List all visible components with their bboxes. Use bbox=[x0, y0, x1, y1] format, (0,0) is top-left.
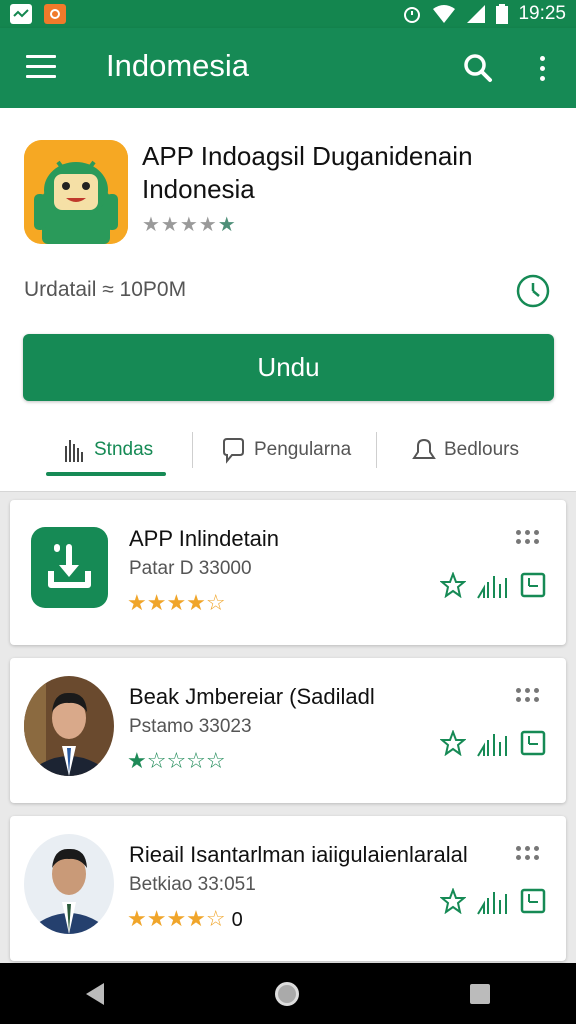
item-subtitle: Pstamo 33023 bbox=[129, 716, 252, 737]
menu-icon[interactable] bbox=[26, 55, 56, 79]
app-rating-stars: ★★★★★ bbox=[142, 214, 237, 236]
chat-icon bbox=[223, 438, 244, 464]
item-actions bbox=[440, 728, 546, 758]
app-bar: Indomesia bbox=[0, 28, 576, 108]
avatar bbox=[24, 834, 114, 934]
item-subtitle: Patar D 33000 bbox=[129, 558, 252, 579]
item-rating: ★☆☆☆☆ bbox=[127, 748, 226, 773]
item-actions bbox=[440, 886, 546, 916]
recents-icon[interactable] bbox=[470, 983, 491, 1004]
tab-stndas[interactable]: Stndas bbox=[60, 426, 153, 474]
alarm-icon bbox=[404, 7, 421, 23]
item-title: APP Inlindetain bbox=[129, 526, 280, 551]
item-title: Rieail Isantarlman iaiigulaienlaralal bbox=[129, 842, 468, 867]
star-outline-icon[interactable] bbox=[440, 888, 466, 914]
drag-handle-icon[interactable] bbox=[516, 846, 540, 860]
download-icon bbox=[31, 527, 108, 608]
bookmark-icon[interactable] bbox=[520, 888, 546, 914]
more-vert-icon[interactable] bbox=[528, 50, 556, 86]
list-item[interactable]: APP Inlindetain Patar D 33000 ★★★★☆ bbox=[10, 500, 566, 645]
status-time: 19:25 bbox=[518, 3, 566, 24]
item-rating-count: 0 bbox=[231, 909, 243, 931]
tab-indicator bbox=[46, 472, 166, 476]
update-info: Urdatail ≈ 10P0M bbox=[24, 278, 187, 301]
list-item[interactable]: Beak Jmbereiar (Sadiladl Pstamo 33023 ★☆… bbox=[10, 658, 566, 803]
tab-label: Bedlours bbox=[444, 439, 519, 460]
drag-handle-icon[interactable] bbox=[516, 688, 540, 702]
list-item[interactable]: Rieail Isantarlman iaiigulaienlaralal Be… bbox=[10, 816, 566, 961]
app-icon bbox=[24, 140, 128, 244]
tab-label: Stndas bbox=[94, 439, 154, 460]
item-rating: ★★★★☆ bbox=[127, 590, 226, 615]
app-bar-title: Indomesia bbox=[106, 48, 250, 83]
item-rating: ★★★★☆ 0 bbox=[127, 906, 243, 931]
search-icon[interactable] bbox=[460, 50, 496, 86]
back-icon[interactable] bbox=[85, 982, 104, 1005]
notification-app-icon bbox=[10, 4, 32, 24]
app-name: APP Indoagsil Duganidenain Indonesia bbox=[142, 141, 473, 204]
avatar bbox=[24, 676, 114, 776]
item-actions bbox=[440, 570, 546, 600]
tab-bedlours[interactable]: Bedlours bbox=[408, 426, 519, 474]
download-button[interactable]: Undu bbox=[23, 334, 554, 401]
bell-icon bbox=[412, 438, 436, 459]
star-outline-icon[interactable] bbox=[440, 572, 466, 598]
bookmark-icon[interactable] bbox=[520, 730, 546, 756]
wifi-icon bbox=[433, 5, 456, 23]
drag-handle-icon[interactable] bbox=[516, 530, 540, 544]
tab-label: Pengularna bbox=[254, 439, 352, 460]
item-subtitle: Betkiao 33:051 bbox=[129, 874, 256, 895]
tab-divider bbox=[376, 432, 377, 468]
battery-icon bbox=[496, 4, 509, 24]
tab-bar: Stndas Pengularna Bedlours bbox=[0, 426, 576, 486]
star-outline-icon[interactable] bbox=[440, 730, 466, 756]
signal-icon bbox=[467, 5, 486, 23]
stats-icon[interactable] bbox=[476, 728, 510, 758]
system-nav-bar bbox=[0, 963, 576, 1024]
item-title: Beak Jmbereiar (Sadiladl bbox=[129, 684, 375, 709]
tab-divider bbox=[192, 432, 193, 468]
tab-pengularna[interactable]: Pengularna bbox=[220, 426, 351, 474]
app-detail-panel: APP Indoagsil Duganidenain Indonesia ★★★… bbox=[0, 108, 576, 492]
stats-icon[interactable] bbox=[476, 886, 510, 916]
home-icon[interactable] bbox=[274, 981, 299, 1006]
notification-app-icon-2 bbox=[44, 4, 66, 24]
clock-icon[interactable] bbox=[516, 274, 550, 308]
status-bar: 19:25 bbox=[0, 0, 576, 28]
bookmark-icon[interactable] bbox=[520, 572, 546, 598]
hand-icon bbox=[65, 440, 83, 462]
stats-icon[interactable] bbox=[476, 570, 510, 600]
